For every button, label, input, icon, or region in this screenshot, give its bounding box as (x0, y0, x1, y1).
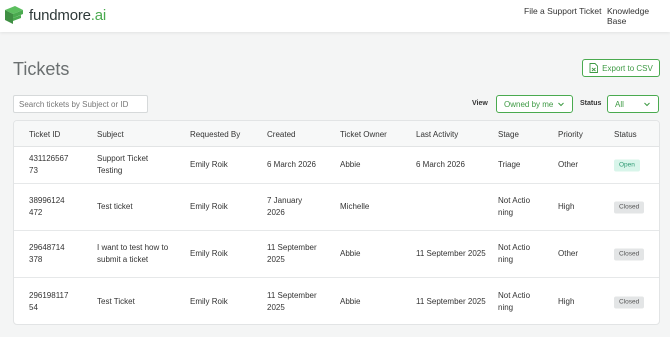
status-badge: Open (614, 159, 640, 172)
logo-text-main: fundmore (29, 6, 91, 24)
status-badge: Closed (614, 248, 645, 261)
ticket-stage: Not Actioning (498, 196, 531, 217)
ticket-subject[interactable]: Test ticket (97, 201, 172, 213)
status-filter-select[interactable]: All (607, 95, 659, 113)
table-row[interactable]: 29648714378 I want to test how to submit… (14, 231, 659, 278)
chevron-down-icon (644, 102, 650, 107)
col-ticket-id[interactable]: Ticket ID (29, 130, 60, 139)
nav-knowledge-base[interactable]: Knowledge Base (607, 6, 670, 26)
csv-file-icon (589, 63, 599, 73)
ticket-status-cell: Open (614, 159, 640, 172)
view-filter-select[interactable]: Owned by me (496, 95, 573, 113)
ticket-owner: Abbie (340, 249, 361, 258)
ticket-stage: Not Actioning (498, 243, 531, 264)
ticket-id[interactable]: 29619811754 (29, 290, 69, 314)
view-filter-value: Owned by me (504, 99, 554, 109)
nav-file-support-ticket[interactable]: File a Support Ticket (524, 6, 601, 16)
col-subject[interactable]: Subject (97, 130, 124, 139)
ticket-owner: Abbie (340, 296, 361, 306)
status-badge: Closed (614, 201, 645, 214)
table-row[interactable]: 29619811754 Test Ticket Emily Roik 11 Se… (14, 278, 659, 324)
logo-wordmark: fundmore.ai (29, 7, 106, 24)
table-header: Ticket ID Subject Requested By Created T… (14, 121, 659, 147)
view-filter-label: View (472, 100, 488, 107)
ticket-stage: Triage (498, 160, 521, 169)
ticket-priority: High (558, 202, 575, 211)
ticket-requester: Emily Roik (190, 296, 228, 306)
col-requested-by[interactable]: Requested By (190, 130, 240, 139)
col-status[interactable]: Status (614, 130, 637, 139)
logo-text-suffix: .ai (90, 6, 107, 24)
col-last-activity[interactable]: Last Activity (416, 130, 458, 139)
ticket-requester: Emily Roik (190, 202, 228, 211)
ticket-created: 11 September 2025 (267, 290, 317, 312)
ticket-subject[interactable]: Support Ticket Testing (97, 153, 172, 177)
status-filter-label: Status (580, 100, 602, 107)
fundmore-logo[interactable]: fundmore.ai (3, 4, 106, 26)
status-badge: Closed (614, 296, 645, 308)
logo-stack-icon (5, 6, 23, 24)
ticket-id[interactable]: 38996124472 (29, 195, 69, 219)
ticket-created: 11 September 2025 (267, 243, 317, 264)
col-stage[interactable]: Stage (498, 130, 519, 139)
export-csv-button[interactable]: Export to CSV (582, 59, 660, 77)
ticket-status-cell: Closed (614, 295, 645, 308)
chevron-down-icon (558, 102, 564, 107)
ticket-last-activity: 11 September 2025 (416, 296, 486, 306)
ticket-requester: Emily Roik (190, 249, 228, 258)
ticket-status-cell: Closed (614, 201, 645, 214)
ticket-priority: Other (558, 249, 579, 258)
col-priority[interactable]: Priority (558, 130, 583, 139)
col-created[interactable]: Created (267, 130, 295, 139)
top-navbar: fundmore.ai File a Support Ticket Knowle… (0, 0, 670, 32)
ticket-subject[interactable]: Test Ticket (97, 296, 172, 308)
ticket-stage: Not Actioning (498, 290, 531, 312)
ticket-last-activity: 6 March 2026 (416, 160, 465, 169)
ticket-id[interactable]: 43112656773 (29, 153, 69, 177)
page-title: Tickets (13, 59, 70, 79)
ticket-status-cell: Closed (614, 248, 645, 261)
ticket-priority: Other (558, 160, 579, 169)
ticket-created: 6 March 2026 (267, 160, 316, 169)
status-filter-value: All (615, 99, 624, 109)
ticket-priority: High (558, 296, 575, 306)
search-tickets-input[interactable] (13, 95, 148, 113)
export-csv-label: Export to CSV (602, 63, 653, 73)
tickets-table: Ticket ID Subject Requested By Created T… (13, 120, 660, 325)
ticket-created: 7 January 2026 (267, 196, 303, 217)
table-row[interactable]: 38996124472 Test ticket Emily Roik 7 Jan… (14, 184, 659, 231)
ticket-id[interactable]: 29648714378 (29, 242, 69, 266)
ticket-last-activity: 11 September 2025 (416, 249, 486, 258)
ticket-requester: Emily Roik (190, 160, 228, 169)
table-row[interactable]: 43112656773 Support Ticket Testing Emily… (14, 147, 659, 184)
ticket-owner: Michelle (340, 202, 370, 211)
ticket-subject[interactable]: I want to test how to submit a ticket (97, 242, 172, 266)
ticket-owner: Abbie (340, 160, 361, 169)
col-ticket-owner[interactable]: Ticket Owner (340, 130, 387, 139)
